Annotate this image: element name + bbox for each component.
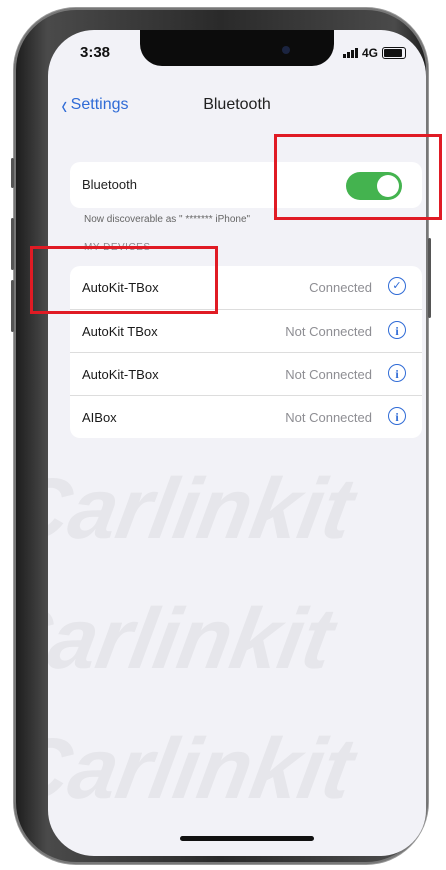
front-camera	[282, 46, 290, 54]
status-indicators: 4G	[342, 46, 406, 60]
discoverable-text: Now discoverable as " ******* iPhone"	[84, 214, 251, 225]
device-row[interactable]: AIBox Not Connected i	[70, 395, 422, 439]
checkmark-circle-icon[interactable]: ✓	[388, 277, 406, 295]
info-icon[interactable]: i	[388, 364, 406, 382]
device-name: AIBox	[82, 410, 117, 425]
battery-icon	[382, 47, 406, 59]
device-row[interactable]: AutoKit TBox Not Connected i	[70, 309, 422, 353]
notch	[140, 30, 334, 66]
page-title: Bluetooth	[203, 96, 271, 113]
info-icon[interactable]: i	[388, 321, 406, 339]
watermark: Carlinkit	[48, 461, 361, 557]
signal-icon	[342, 48, 358, 58]
device-name: AutoKit-TBox	[82, 367, 159, 382]
device-status: Not Connected	[285, 367, 372, 382]
device-name: AutoKit TBox	[82, 324, 158, 339]
device-status: Not Connected	[285, 324, 372, 339]
mute-switch	[11, 158, 14, 188]
device-row[interactable]: AutoKit-TBox Not Connected i	[70, 352, 422, 396]
device-highlight-box	[30, 246, 218, 314]
home-indicator	[180, 836, 314, 841]
network-type: 4G	[361, 46, 378, 60]
volume-down-button	[11, 280, 14, 332]
bluetooth-label: Bluetooth	[82, 177, 137, 192]
device-status: Not Connected	[285, 410, 372, 425]
watermark: Carlinkit	[48, 721, 361, 817]
toggle-highlight-box	[274, 134, 442, 220]
watermark: Carlinkit	[48, 591, 341, 687]
status-time: 3:38	[80, 44, 111, 61]
side-button	[428, 238, 431, 318]
device-status: Connected	[309, 280, 372, 295]
info-icon[interactable]: i	[388, 407, 406, 425]
volume-up-button	[11, 218, 14, 270]
